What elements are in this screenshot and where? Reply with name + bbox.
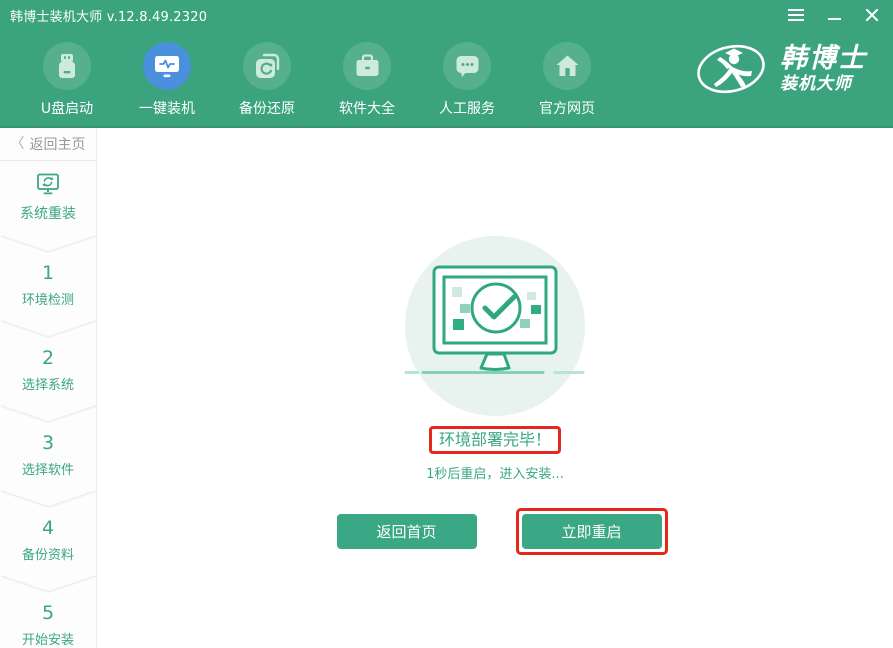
chat-service-icon [443, 42, 491, 90]
minimize-icon[interactable] [825, 6, 843, 24]
logo-line2: 装机大师 [780, 76, 867, 93]
nav-label: 官方网页 [539, 98, 595, 118]
sidebar-step-5: 5 开始安装 [22, 602, 74, 648]
nav-label: U盘启动 [41, 98, 93, 118]
nav-label: 软件大全 [339, 98, 395, 118]
step-label: 选择系统 [22, 374, 74, 393]
system-reinstall-icon [35, 172, 61, 196]
monitor-pulse-icon [143, 42, 191, 90]
nav-item-one-key-install[interactable]: 一键装机 [117, 42, 217, 118]
logo-figure-icon [694, 38, 768, 100]
chevron-separator-icon [0, 573, 97, 595]
window-controls [787, 6, 883, 24]
brand-logo: 韩博士 装机大师 [694, 38, 867, 100]
back-home-label: 返回主页 [30, 134, 86, 154]
nav-label: 一键装机 [139, 98, 195, 118]
step-number: 1 [22, 262, 74, 284]
logo-line1: 韩博士 [780, 45, 867, 72]
chevron-separator-icon [0, 488, 97, 510]
body: 〈 返回主页 系统重装 1 环境检测 [0, 128, 893, 647]
sidebar-section-label: 系统重装 [20, 203, 76, 223]
chevron-separator-icon [0, 233, 97, 255]
back-home-page-button[interactable]: 返回首页 [337, 514, 477, 549]
nav-label: 备份还原 [239, 98, 295, 118]
software-briefcase-icon [343, 42, 391, 90]
nav-label: 人工服务 [439, 98, 495, 118]
status-subtitle: 1秒后重启，进入安装... [426, 463, 564, 482]
step-number: 5 [22, 602, 74, 624]
header: 韩博士装机大师 v.12.8.49.2320 [0, 0, 893, 128]
app-window: 韩博士装机大师 v.12.8.49.2320 [0, 0, 893, 647]
usb-drive-icon [43, 42, 91, 90]
logo-text: 韩博士 装机大师 [780, 45, 867, 93]
chevron-separator-icon [0, 318, 97, 340]
sidebar-step-3: 3 选择软件 [22, 432, 74, 478]
sidebar-step-2: 2 选择系统 [22, 347, 74, 393]
status-title-annotation-box: 环境部署完毕！ [429, 426, 561, 454]
main-content: 环境部署完毕！ 1秒后重启，进入安装... 返回首页 立即重启 [97, 128, 893, 647]
step-label: 选择软件 [22, 459, 74, 478]
restart-button-annotation-box: 立即重启 [516, 508, 668, 555]
backup-restore-icon [243, 42, 291, 90]
step-number: 3 [22, 432, 74, 454]
nav-item-backup-restore[interactable]: 备份还原 [217, 42, 317, 118]
nav-item-support[interactable]: 人工服务 [417, 42, 517, 118]
step-label: 环境检测 [22, 289, 74, 308]
sidebar-step-1: 1 环境检测 [22, 262, 74, 308]
restart-now-button[interactable]: 立即重启 [522, 514, 662, 549]
chevron-separator-icon [0, 403, 97, 425]
back-home-button[interactable]: 〈 返回主页 [0, 128, 96, 161]
nav-item-usb-boot[interactable]: U盘启动 [17, 42, 117, 118]
step-label: 备份资料 [22, 544, 74, 563]
chevron-left-icon: 〈 [11, 137, 25, 151]
step-number: 4 [22, 517, 74, 539]
button-row: 返回首页 立即重启 [337, 508, 668, 555]
status-title: 环境部署完毕！ [439, 430, 551, 450]
titlebar: 韩博士装机大师 v.12.8.49.2320 [0, 0, 893, 30]
sidebar-section-system-reinstall: 系统重装 [20, 172, 76, 223]
sidebar-step-4: 4 备份资料 [22, 517, 74, 563]
home-icon [543, 42, 591, 90]
success-monitor-illustration-icon [385, 235, 605, 421]
step-label: 开始安装 [22, 629, 74, 648]
app-title: 韩博士装机大师 v.12.8.49.2320 [10, 6, 207, 25]
close-icon[interactable] [863, 6, 881, 24]
sidebar: 〈 返回主页 系统重装 1 环境检测 [0, 128, 97, 647]
menu-icon[interactable] [787, 6, 805, 24]
step-number: 2 [22, 347, 74, 369]
nav-item-official-site[interactable]: 官方网页 [517, 42, 617, 118]
nav-item-software[interactable]: 软件大全 [317, 42, 417, 118]
